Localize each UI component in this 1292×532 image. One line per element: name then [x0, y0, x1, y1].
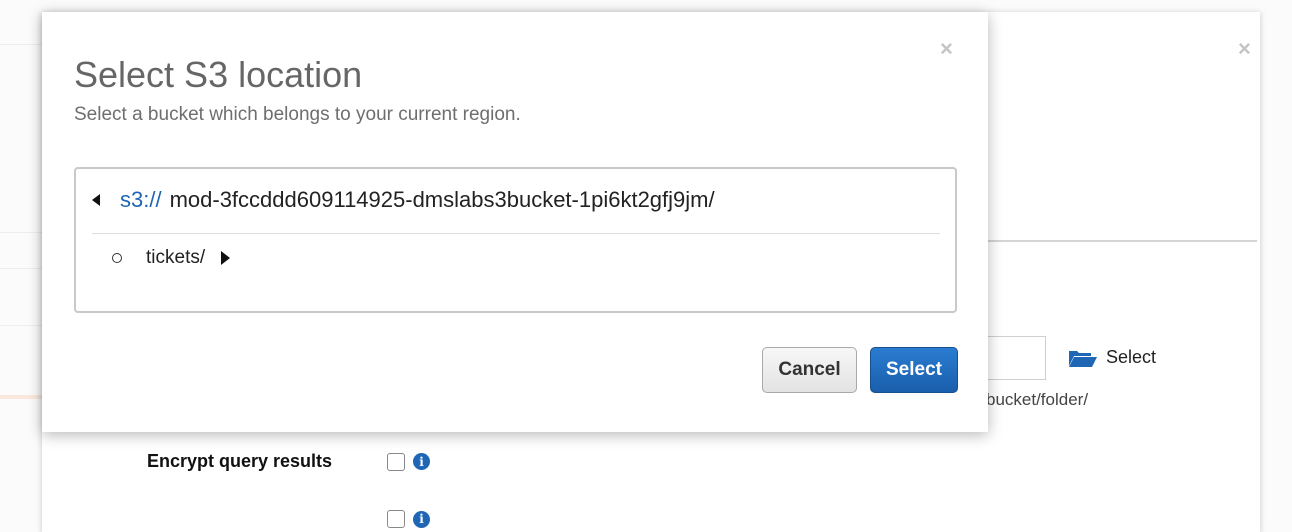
bucket-name: mod-3fccddd609114925-dmslabs3bucket-1pi6…	[169, 187, 715, 212]
second-option-row: i	[147, 510, 430, 528]
s3-browser: s3:// mod-3fccddd609114925-dmslabs3bucke…	[74, 167, 957, 313]
info-icon[interactable]: i	[413, 453, 430, 470]
bg-divider	[0, 325, 45, 326]
bg-divider	[0, 268, 45, 269]
underlying-select-label: Select	[1106, 347, 1157, 367]
breadcrumb: s3:// mod-3fccddd609114925-dmslabs3bucke…	[92, 187, 715, 213]
bg-accent-bar	[0, 395, 45, 399]
second-option-checkbox[interactable]	[387, 510, 405, 528]
info-icon[interactable]: i	[413, 510, 430, 528]
cancel-button[interactable]: Cancel	[762, 347, 857, 393]
encrypt-query-results-label: Encrypt query results	[147, 451, 333, 471]
back-arrow-icon[interactable]	[92, 194, 100, 206]
path-hint: bucket/folder/	[986, 390, 1089, 409]
underlying-divider	[985, 240, 1257, 242]
encrypt-query-results-checkbox[interactable]	[387, 452, 405, 471]
bg-divider	[0, 232, 45, 233]
folder-radio[interactable]	[112, 253, 122, 263]
open-folder-arrow-icon[interactable]	[221, 251, 231, 265]
select-button[interactable]: Select	[870, 347, 958, 393]
dialog-title: Select S3 location	[74, 54, 363, 95]
underlying-select-button[interactable]: Select	[1068, 347, 1156, 368]
browser-divider	[92, 233, 940, 234]
select-s3-location-dialog: × Select S3 location Select a bucket whi…	[42, 12, 988, 432]
list-item[interactable]: tickets/	[112, 247, 231, 269]
bg-divider	[0, 44, 45, 45]
folder-open-icon	[1069, 350, 1097, 367]
underlying-close-icon[interactable]: ×	[1238, 36, 1251, 62]
folder-name: tickets/	[146, 247, 206, 268]
encrypt-query-results-row: Encrypt query results i	[147, 451, 430, 472]
dialog-subtitle: Select a bucket which belongs to your cu…	[74, 104, 521, 125]
close-icon[interactable]: ×	[940, 36, 953, 62]
s3-root-link[interactable]: s3://	[120, 187, 162, 213]
